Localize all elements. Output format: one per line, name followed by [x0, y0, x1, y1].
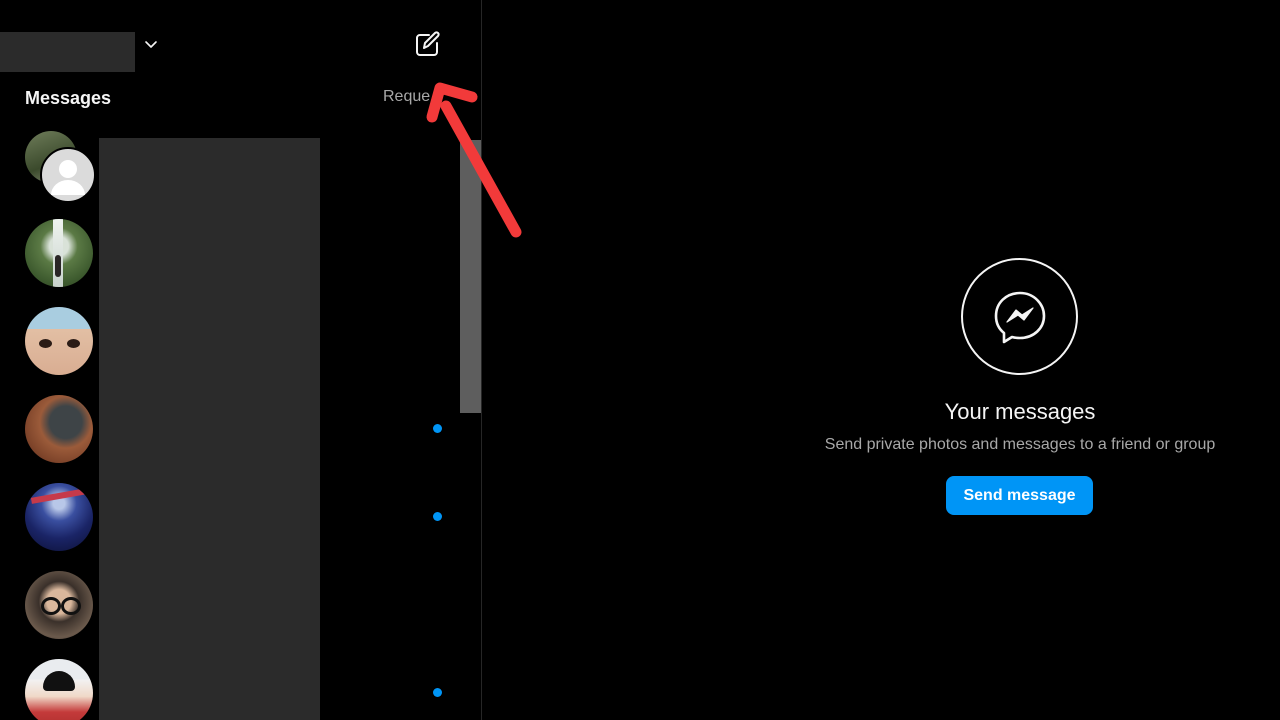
unread-indicator	[433, 512, 442, 521]
conversation-sidebar: Messages Reque	[0, 0, 482, 720]
child-portrait-avatar	[25, 659, 93, 720]
chevron-down-icon[interactable]	[143, 37, 159, 53]
unread-indicator	[433, 688, 442, 697]
account-switcher[interactable]	[0, 32, 135, 72]
empty-conversation-panel	[482, 0, 1280, 720]
scrollbar-thumb[interactable]	[460, 140, 481, 413]
waterfall-photo-avatar	[25, 219, 93, 287]
messages-heading: Messages	[25, 88, 112, 108]
empty-state-subtitle: Send private photos and messages to a fr…	[824, 436, 1216, 453]
closeup-face-avatar	[25, 307, 93, 375]
new-message-icon[interactable]	[412, 30, 442, 60]
glasses-portrait-avatar	[25, 571, 93, 639]
unread-indicator	[433, 424, 442, 433]
messenger-icon	[994, 291, 1046, 344]
night-lights-avatar	[25, 483, 93, 551]
send-message-button[interactable]: Send message	[946, 476, 1093, 515]
empty-state-title: Your messages	[944, 399, 1096, 424]
requests-link[interactable]: Reque	[383, 88, 443, 106]
redacted-conversation-names	[99, 138, 320, 720]
brown-tones-avatar	[25, 395, 93, 463]
default-user-icon	[40, 147, 96, 203]
